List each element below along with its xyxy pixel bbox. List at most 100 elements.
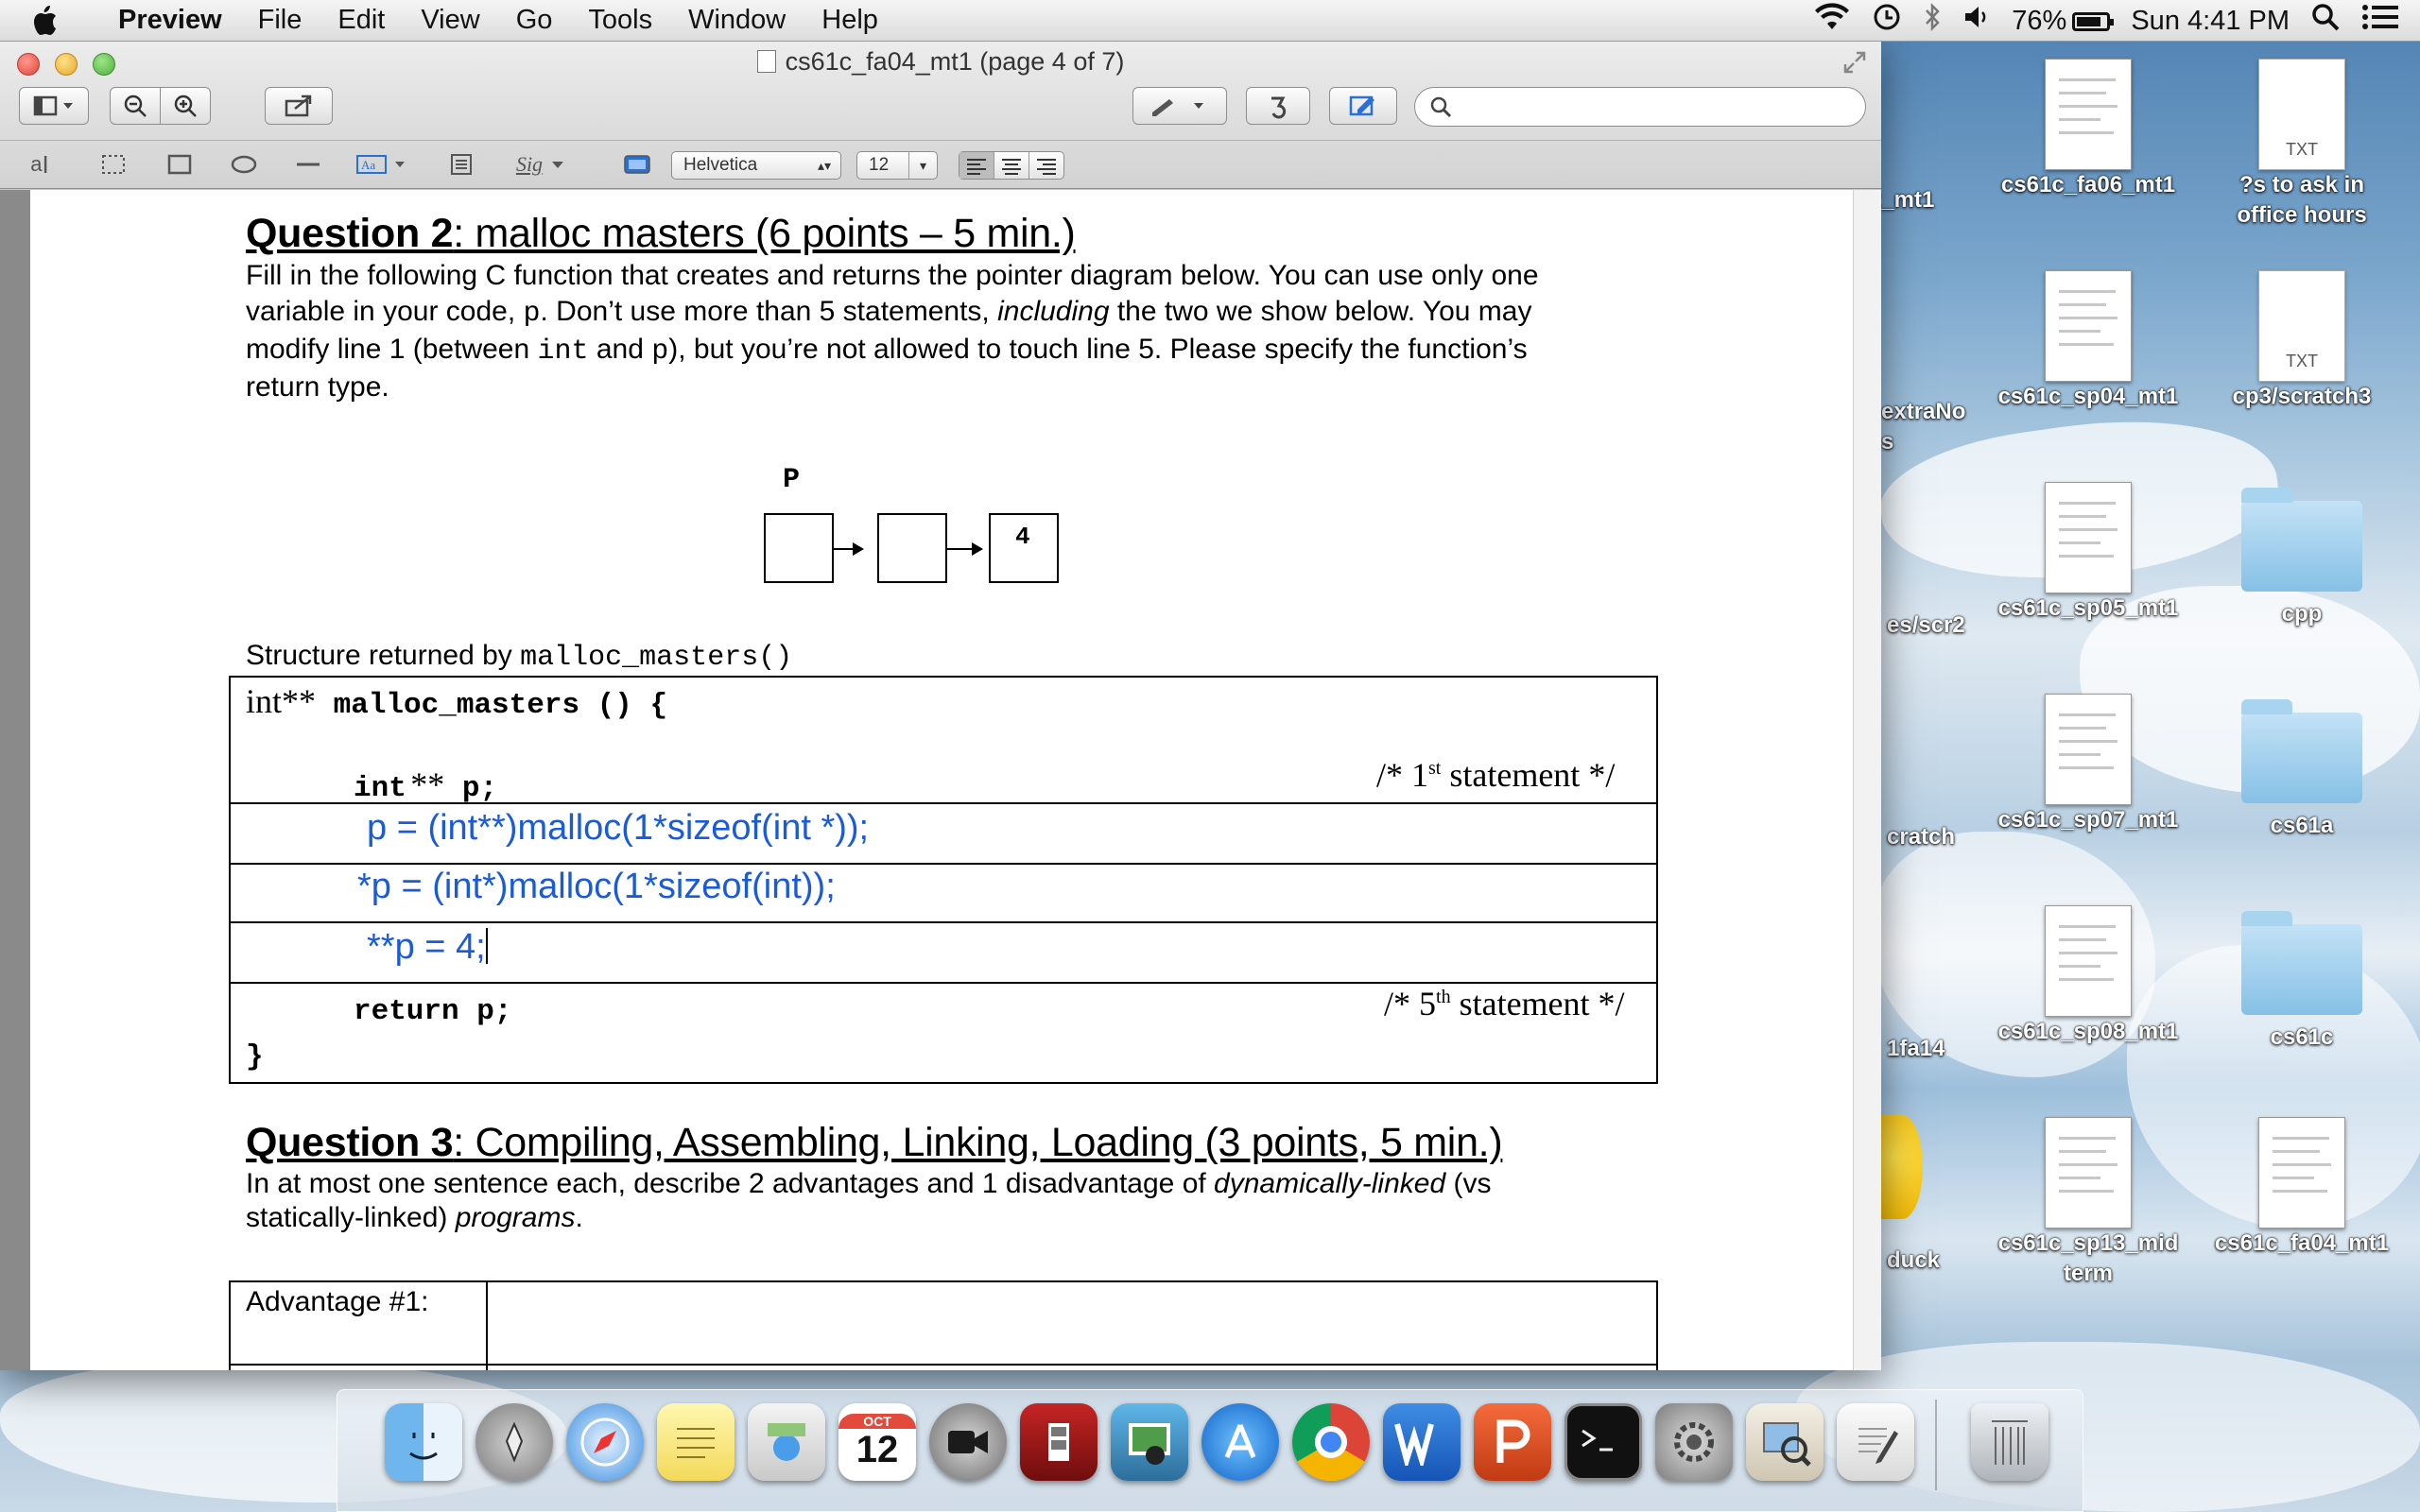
instruction-line: return type. — [246, 371, 389, 403]
rubber-duck-icon — [1881, 1115, 1923, 1219]
menu-go[interactable]: Go — [498, 5, 571, 36]
desktop-icon-cs61c-fa04-mt1[interactable]: cs61c_fa04_mt1 — [2203, 1117, 2401, 1259]
desktop-icon-cs61c-sp04-mt1[interactable]: cs61c_sp04_mt1 — [1989, 270, 2187, 412]
desktop-icon-cs61c-fa06-mt1[interactable]: cs61c_fa06_mt1 — [1989, 59, 2187, 200]
menu-edit[interactable]: Edit — [320, 5, 403, 36]
word-icon[interactable] — [1383, 1403, 1461, 1481]
document-view[interactable]: Question 2: malloc masters (6 points – 5… — [0, 190, 1881, 1370]
code-answer-box: int** malloc_masters () { int ** p; /* 1… — [229, 676, 1658, 1084]
desktop-icon-cpp[interactable]: cpp — [2203, 482, 2401, 629]
launchpad-icon[interactable] — [475, 1403, 553, 1481]
chevron-down-icon: ▾ — [908, 152, 937, 179]
desktop-icon-questions-office-hours[interactable]: TXT ?s to ask in office hours — [2203, 59, 2401, 231]
menu-window[interactable]: Window — [670, 5, 804, 36]
zoom-in-button[interactable] — [160, 87, 211, 125]
wifi-icon[interactable] — [1813, 3, 1851, 39]
facetime-icon[interactable] — [929, 1403, 1007, 1481]
bluetooth-icon[interactable] — [1923, 2, 1942, 40]
trash-icon[interactable] — [1971, 1403, 2048, 1481]
menu-view[interactable]: View — [403, 5, 497, 36]
advantage-1-label: Advantage #1: — [246, 1286, 429, 1317]
share-button[interactable] — [265, 87, 333, 125]
desktop-icon-cs61c[interactable]: cs61c — [2203, 905, 2401, 1053]
oval-tool-icon[interactable] — [225, 146, 263, 183]
calendar-month: OCT — [838, 1413, 916, 1429]
photo-booth-icon[interactable] — [1020, 1403, 1098, 1481]
app-store-icon[interactable] — [1201, 1403, 1279, 1481]
chrome-icon[interactable] — [1292, 1403, 1370, 1481]
menu-file[interactable]: File — [240, 5, 320, 36]
sidebar-view-button[interactable] — [19, 87, 89, 125]
iphoto-icon[interactable] — [1111, 1403, 1188, 1481]
battery-status[interactable]: 76% — [2012, 6, 2115, 37]
clock[interactable]: Sun 4:41 PM — [2131, 6, 2290, 37]
stickies-icon[interactable] — [657, 1403, 735, 1481]
folder-icon — [2241, 488, 2362, 592]
answer-line-2[interactable]: p = (int**)malloc(1*sizeof(int *)); — [367, 808, 869, 849]
text-alignment-control[interactable] — [959, 151, 1064, 180]
border-color-icon[interactable] — [620, 146, 654, 183]
system-preferences-icon[interactable] — [1655, 1403, 1733, 1481]
diagram-box-value: 4 — [989, 513, 1059, 583]
note-tool-icon[interactable] — [442, 146, 480, 183]
time-machine-icon[interactable] — [1872, 2, 1902, 40]
textedit-icon[interactable] — [1837, 1403, 1914, 1481]
desktop-icon-cs61c-sp05-mt1[interactable]: cs61c_sp05_mt1 — [1989, 482, 2187, 624]
volume-icon[interactable] — [1962, 4, 1991, 38]
font-size-select[interactable]: 12 ▾ — [856, 151, 938, 180]
function-return-type: int** — [246, 682, 317, 720]
diagram-box-pointer — [877, 513, 947, 583]
instruction-line: Fill in the following C function that cr… — [246, 260, 1539, 291]
notification-center-icon[interactable] — [2361, 3, 2399, 39]
preview-icon[interactable] — [1746, 1403, 1824, 1481]
answer-line-3[interactable]: *p = (int*)malloc(1*sizeof(int)); — [357, 867, 836, 907]
menu-tools[interactable]: Tools — [570, 5, 670, 36]
pdf-thumbnail-icon — [2045, 694, 2132, 805]
desktop-icon-label: term — [2063, 1261, 2114, 1286]
desktop-icon-cs61a[interactable]: cs61a — [2203, 694, 2401, 841]
font-name-select[interactable]: Helvetica ▴▾ — [671, 151, 841, 180]
comment-first-statement: /* 1st statement */ — [1376, 756, 1616, 794]
desktop-icon-cs61c-sp07-mt1[interactable]: cs61c_sp07_mt1 — [1989, 694, 2187, 835]
powerpoint-icon[interactable] — [1474, 1403, 1551, 1481]
zoom-out-button[interactable] — [110, 87, 161, 125]
text-select-tool-icon[interactable]: aI — [21, 146, 59, 183]
rect-select-tool-icon[interactable] — [95, 146, 132, 183]
finder-icon[interactable] — [385, 1403, 462, 1481]
align-right-icon[interactable] — [1029, 152, 1063, 179]
terminal-icon[interactable] — [1564, 1403, 1642, 1481]
fullscreen-icon[interactable] — [1841, 49, 1868, 80]
search-field[interactable] — [1414, 87, 1866, 127]
structure-caption: Structure returned by malloc_masters() — [246, 638, 792, 676]
annotate-button[interactable] — [1329, 87, 1397, 125]
calendar-day: 12 — [856, 1428, 899, 1470]
markup-toolbar-button[interactable] — [1132, 87, 1227, 125]
rectangle-tool-icon[interactable] — [161, 146, 199, 183]
desktop-icon-label: cs61c_fa04_mt1 — [2214, 1230, 2390, 1256]
advantage-1-answer-cell[interactable] — [488, 1282, 1656, 1364]
sidebar-icon — [33, 95, 73, 116]
dock: OCT 12 — [337, 1389, 2083, 1512]
spotlight-icon[interactable] — [2310, 2, 2341, 40]
answer-line-4[interactable]: **p = 4; — [367, 927, 488, 968]
desktop-icon-label: cs61c_fa06_mt1 — [2000, 172, 2176, 198]
search-input[interactable] — [1462, 92, 1850, 122]
desktop-icon-cp3-scratch3[interactable]: TXT cp3/scratch3 — [2203, 270, 2401, 412]
contacts-icon[interactable] — [748, 1403, 825, 1481]
menu-help[interactable]: Help — [804, 5, 896, 36]
vertical-scrollbar[interactable] — [1853, 190, 1881, 1370]
desktop-icon-cs61c-sp13-midterm[interactable]: cs61c_sp13_mid term — [1989, 1117, 2187, 1289]
menu-app-name[interactable]: Preview — [100, 5, 240, 36]
apple-menu-icon[interactable] — [30, 0, 87, 42]
align-center-icon[interactable] — [994, 152, 1029, 179]
safari-icon[interactable] — [566, 1403, 644, 1481]
calendar-icon[interactable]: OCT 12 — [838, 1403, 916, 1481]
desktop-icon-cs61c-sp08-mt1[interactable]: cs61c_sp08_mt1 — [1989, 905, 2187, 1047]
pen-icon — [1152, 99, 1203, 116]
pdf-thumbnail-icon — [2045, 270, 2132, 382]
signature-tool-button[interactable]: Sig — [510, 146, 577, 183]
line-tool-icon[interactable] — [289, 146, 327, 183]
rotate-button[interactable] — [1246, 87, 1310, 125]
align-left-icon[interactable] — [959, 152, 994, 179]
text-box-tool-icon[interactable]: Aa — [354, 146, 414, 183]
